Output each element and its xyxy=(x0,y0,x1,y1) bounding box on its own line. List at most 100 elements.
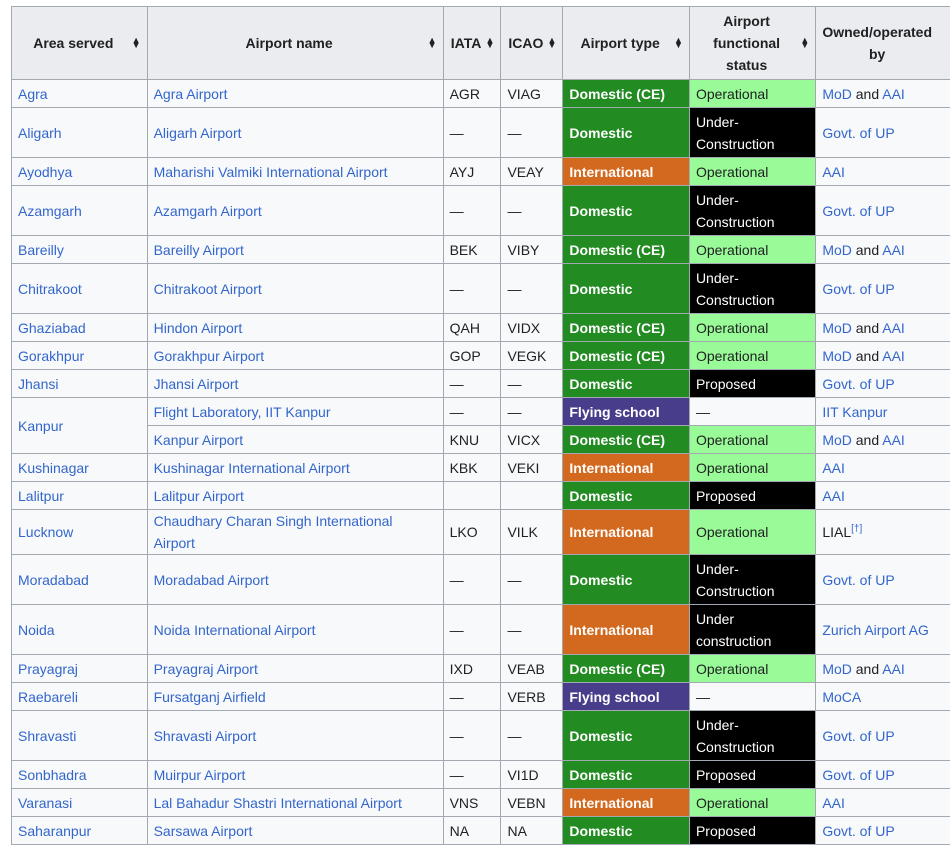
area-link[interactable]: Moradabad xyxy=(18,572,89,588)
airport-link[interactable]: Moradabad Airport xyxy=(154,572,269,588)
owner-link[interactable]: MoD xyxy=(822,432,852,448)
table-row: AzamgarhAzamgarh Airport——DomesticUnder-… xyxy=(12,186,950,236)
airport-link[interactable]: Chaudhary Charan Singh International Air… xyxy=(154,513,393,551)
owner-link[interactable]: AAI xyxy=(882,320,905,336)
airport-link[interactable]: Noida International Airport xyxy=(154,622,316,638)
cell-icao: — xyxy=(501,605,563,655)
owner-link[interactable]: AAI xyxy=(822,488,845,504)
airport-link[interactable]: Hindon Airport xyxy=(154,320,243,336)
cell-functional-status: Proposed xyxy=(689,370,815,398)
area-link[interactable]: Kushinagar xyxy=(18,460,89,476)
area-link[interactable]: Sonbhadra xyxy=(18,767,87,783)
owner-link[interactable]: IIT Kanpur xyxy=(822,404,887,420)
sort-icon[interactable]: ▲▼ xyxy=(132,38,141,48)
header-airport-type[interactable]: Airport type▲▼ xyxy=(563,7,690,80)
area-link[interactable]: Chitrakoot xyxy=(18,281,82,297)
header-area-served[interactable]: Area served▲▼ xyxy=(12,7,148,80)
area-link[interactable]: Ghaziabad xyxy=(18,320,86,336)
owner-link[interactable]: MoD xyxy=(822,242,852,258)
owner-link[interactable]: AAI xyxy=(882,432,905,448)
header-iata[interactable]: IATA ▲▼ xyxy=(443,7,501,80)
owner-link[interactable]: AAI xyxy=(822,795,845,811)
airport-link[interactable]: Azamgarh Airport xyxy=(154,203,262,219)
cell-iata: AYJ xyxy=(443,158,501,186)
table-row: AligarhAligarh Airport——DomesticUnder-Co… xyxy=(12,108,950,158)
airport-link[interactable]: Chitrakoot Airport xyxy=(154,281,262,297)
sort-icon[interactable]: ▲▼ xyxy=(674,38,683,48)
airport-link[interactable]: Muirpur Airport xyxy=(154,767,246,783)
airport-link[interactable]: Fursatganj Airfield xyxy=(154,689,266,705)
cell-functional-status: Operational xyxy=(689,236,815,264)
owner-link[interactable]: MoD xyxy=(822,320,852,336)
sort-icon[interactable]: ▲▼ xyxy=(800,38,809,48)
area-link[interactable]: Bareilly xyxy=(18,242,64,258)
header-airport-name[interactable]: Airport name▲▼ xyxy=(147,7,443,80)
airport-link[interactable]: Gorakhpur Airport xyxy=(154,348,265,364)
airport-link[interactable]: Bareilly Airport xyxy=(154,242,244,258)
header-icao[interactable]: ICAO▲▼ xyxy=(501,7,563,80)
area-link[interactable]: Varanasi xyxy=(18,795,72,811)
owner-link[interactable]: MoD xyxy=(822,348,852,364)
owner-link[interactable]: Govt. of UP xyxy=(822,281,894,297)
area-link[interactable]: Lalitpur xyxy=(18,488,64,504)
cell-airport-name: Aligarh Airport xyxy=(147,108,443,158)
owner-link[interactable]: Govt. of UP xyxy=(822,572,894,588)
owner-link[interactable]: Zurich Airport AG xyxy=(822,622,929,638)
airport-link[interactable]: Prayagraj Airport xyxy=(154,661,258,677)
airport-link[interactable]: Kanpur Airport xyxy=(154,432,244,448)
cell-airport-type: Domestic (CE) xyxy=(563,655,690,683)
owner-link[interactable]: MoD xyxy=(822,661,852,677)
airport-link[interactable]: Shravasti Airport xyxy=(154,728,257,744)
owner-link[interactable]: Govt. of UP xyxy=(822,728,894,744)
owner-link[interactable]: Govt. of UP xyxy=(822,767,894,783)
owner-link[interactable]: AAI xyxy=(822,460,845,476)
cell-airport-type: International xyxy=(563,454,690,482)
area-link[interactable]: Ayodhya xyxy=(18,164,72,180)
airport-link[interactable]: Flight Laboratory, IIT Kanpur xyxy=(154,404,331,420)
area-link[interactable]: Prayagraj xyxy=(18,661,78,677)
area-link[interactable]: Agra xyxy=(18,86,48,102)
area-link[interactable]: Shravasti xyxy=(18,728,76,744)
citation-link[interactable]: [†] xyxy=(851,523,862,534)
header-label: IATA xyxy=(451,35,482,51)
header-owned-operated[interactable]: Owned/operatedby xyxy=(816,7,950,80)
owner-link[interactable]: AAI xyxy=(822,164,845,180)
sort-icon[interactable]: ▲▼ xyxy=(428,38,437,48)
area-link[interactable]: Gorakhpur xyxy=(18,348,84,364)
owner-link[interactable]: MoCA xyxy=(822,689,861,705)
owner-link[interactable]: Govt. of UP xyxy=(822,823,894,839)
owner-link[interactable]: AAI xyxy=(882,661,905,677)
area-link[interactable]: Saharanpur xyxy=(18,823,91,839)
area-link[interactable]: Raebareli xyxy=(18,689,78,705)
and-text: and xyxy=(856,242,879,258)
header-functional-status[interactable]: Airportfunctionalstatus▲▼ xyxy=(689,7,815,80)
owner-link[interactable]: AAI xyxy=(882,242,905,258)
cell-airport-name: Gorakhpur Airport xyxy=(147,342,443,370)
owner-link[interactable]: Govt. of UP xyxy=(822,125,894,141)
airport-link[interactable]: Lal Bahadur Shastri International Airpor… xyxy=(154,795,402,811)
owner-link[interactable]: AAI xyxy=(882,86,905,102)
owner-link[interactable]: MoD xyxy=(822,86,852,102)
owner-link[interactable]: Govt. of UP xyxy=(822,376,894,392)
sort-icon[interactable]: ▲▼ xyxy=(547,38,556,48)
airport-link[interactable]: Lalitpur Airport xyxy=(154,488,244,504)
airport-link[interactable]: Agra Airport xyxy=(154,86,228,102)
sort-icon[interactable]: ▲▼ xyxy=(486,38,495,48)
area-link[interactable]: Aligarh xyxy=(18,125,62,141)
owner-link[interactable]: Govt. of UP xyxy=(822,203,894,219)
airport-link[interactable]: Aligarh Airport xyxy=(154,125,242,141)
airport-link[interactable]: Kushinagar International Airport xyxy=(154,460,350,476)
area-link[interactable]: Jhansi xyxy=(18,376,58,392)
area-link[interactable]: Azamgarh xyxy=(18,203,82,219)
owner-link[interactable]: AAI xyxy=(882,348,905,364)
airport-link[interactable]: Maharishi Valmiki International Airport xyxy=(154,164,388,180)
airport-link[interactable]: Jhansi Airport xyxy=(154,376,239,392)
status-text: Under xyxy=(696,611,734,627)
area-link[interactable]: Noida xyxy=(18,622,55,638)
cell-icao: VILK xyxy=(501,510,563,555)
area-link[interactable]: Kanpur xyxy=(18,418,63,434)
cell-icao: VIDX xyxy=(501,314,563,342)
area-link[interactable]: Lucknow xyxy=(18,524,73,540)
airport-link[interactable]: Sarsawa Airport xyxy=(154,823,253,839)
cell-owner: AAI xyxy=(816,789,950,817)
